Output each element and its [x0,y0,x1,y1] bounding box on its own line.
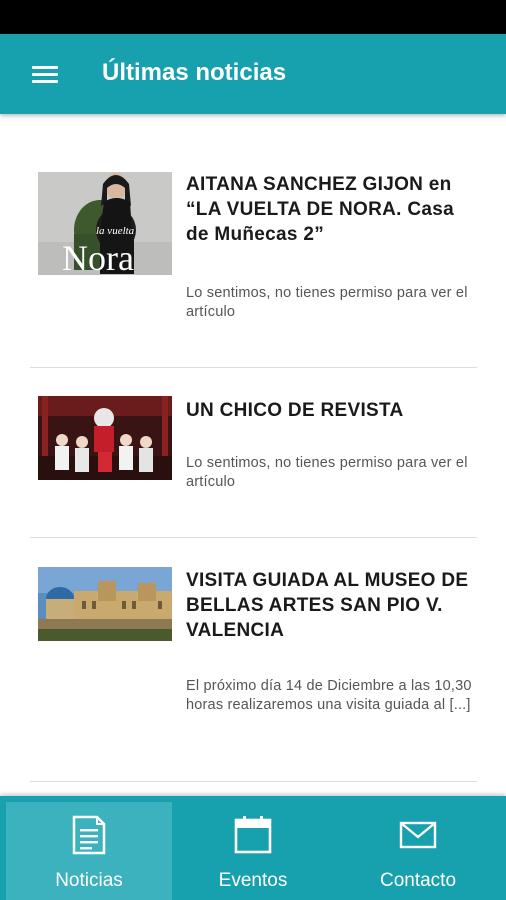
page-title: Últimas noticias [102,59,287,86]
article-excerpt: El próximo día 14 de Diciembre a las 10,… [186,678,472,713]
envelope-icon [399,814,437,856]
app-bar: Últimas noticias [0,34,506,114]
article-thumbnail[interactable]: la vuelta Nora [38,172,172,275]
article-thumbnail[interactable] [38,567,172,641]
calendar-icon [234,814,272,856]
document-icon [71,814,107,856]
nav-tab-eventos[interactable]: Eventos [170,802,336,900]
status-bar [0,0,506,34]
bottom-navigation: Noticias Eventos Contacto [0,796,506,900]
article-title[interactable]: VISITA GUIADA AL MUSEO DE BELLAS ARTES S… [186,568,476,643]
thumbnail-title-text: Nora [62,238,134,275]
nav-tab-contacto[interactable]: Contacto [335,802,501,900]
article-title[interactable]: AITANA SANCHEZ GIJON en “LA VUELTA DE NO… [186,172,476,247]
nav-label: Eventos [218,870,288,891]
news-article[interactable]: UN CHICO DE REVISTA Lo sentimos, no tien… [30,367,477,538]
article-excerpt: Lo sentimos, no tienes permiso para ver … [186,455,468,490]
hamburger-menu-icon[interactable] [22,54,68,94]
news-feed[interactable]: la vuelta Nora AITANA SANCHEZ GIJON en “… [0,114,506,796]
article-excerpt: Lo sentimos, no tienes permiso para ver … [186,285,468,320]
article-thumbnail[interactable] [38,396,172,480]
nav-tab-noticias[interactable]: Noticias [6,802,172,900]
news-article[interactable]: la vuelta Nora AITANA SANCHEZ GIJON en “… [30,114,477,368]
nav-label: Contacto [379,870,457,891]
article-title[interactable]: UN CHICO DE REVISTA [186,398,476,423]
thumbnail-text-small: la vuelta [96,225,135,237]
nav-label: Noticias [55,870,123,891]
news-article[interactable]: VISITA GUIADA AL MUSEO DE BELLAS ARTES S… [30,537,477,782]
